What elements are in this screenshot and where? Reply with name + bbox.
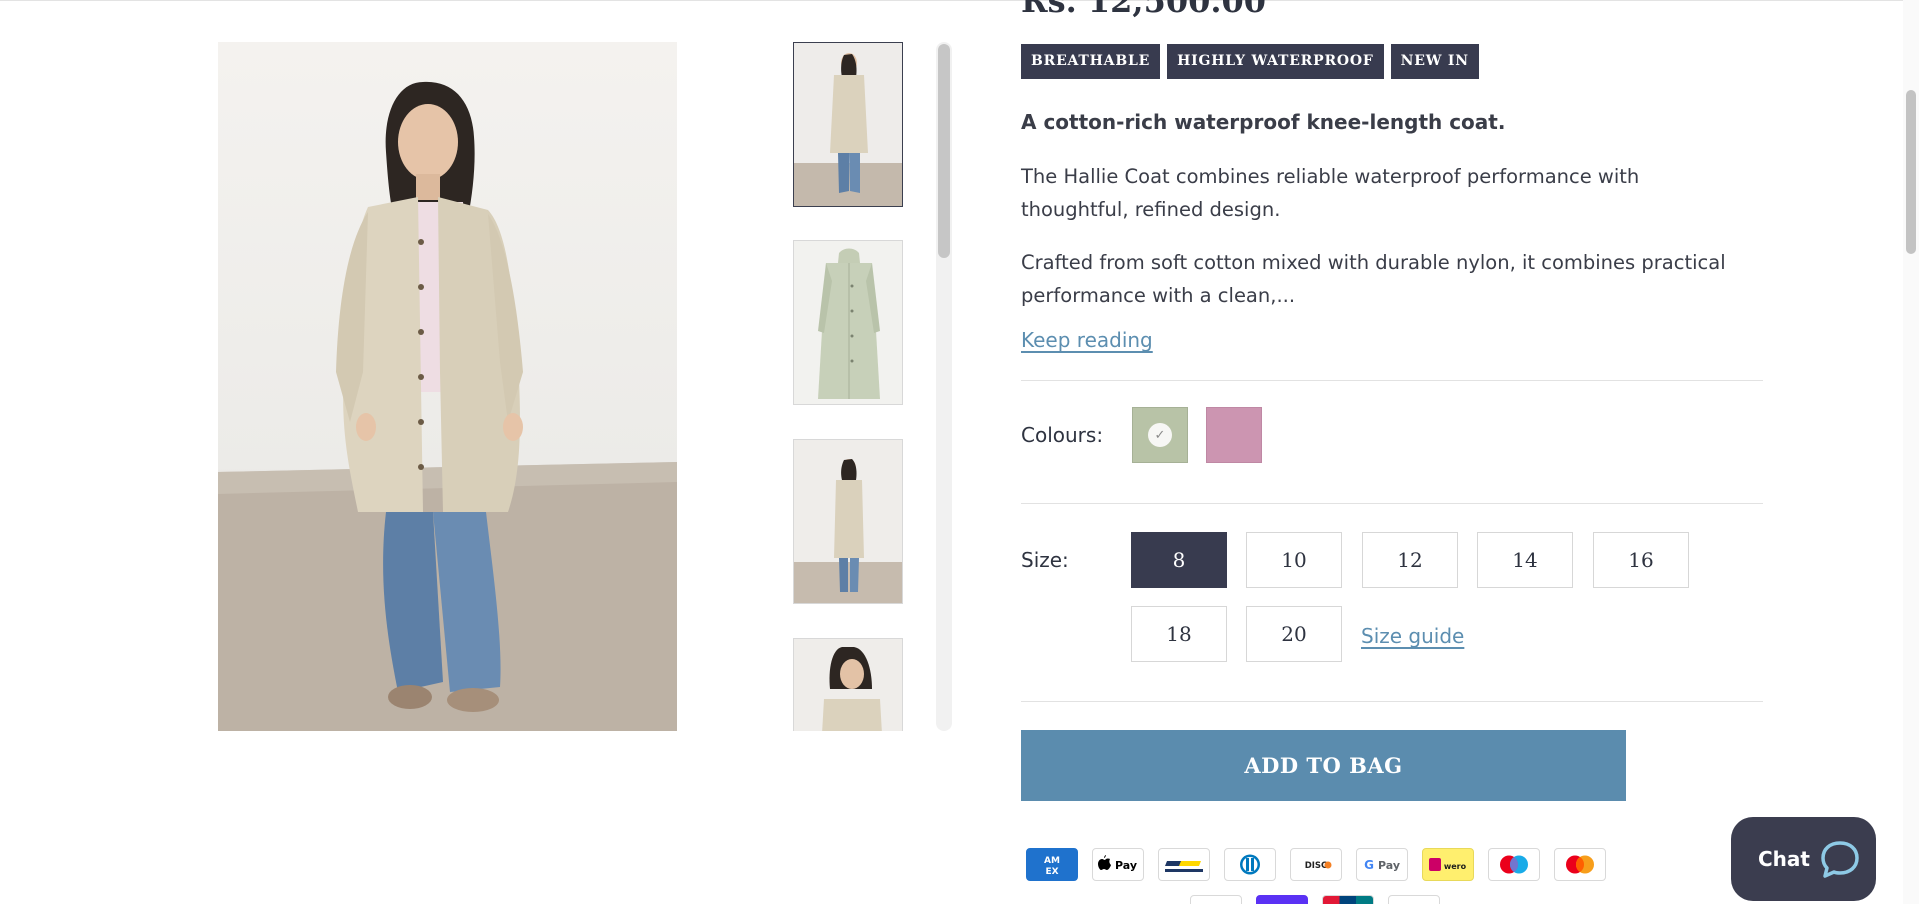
thumbnail-scrollbar-thumb[interactable] bbox=[938, 44, 950, 258]
size-option-18[interactable]: 18 bbox=[1131, 606, 1227, 662]
paypal-icon bbox=[1190, 895, 1242, 904]
size-option-14[interactable]: 14 bbox=[1477, 532, 1573, 588]
divider bbox=[1021, 380, 1763, 381]
divider bbox=[1021, 701, 1763, 702]
diners-club-icon bbox=[1224, 848, 1276, 881]
shop-pay-icon bbox=[1256, 895, 1308, 904]
page-scrollbar-thumb[interactable] bbox=[1906, 90, 1916, 254]
chat-label: Chat bbox=[1758, 847, 1810, 871]
product-badges: BREATHABLE HIGHLY WATERPROOF NEW IN bbox=[1021, 44, 1479, 79]
thumbnail-1[interactable] bbox=[793, 42, 903, 207]
product-price: Rs. 12,500.00 bbox=[1021, 0, 1267, 20]
size-option-8[interactable]: 8 bbox=[1131, 532, 1227, 588]
svg-text:DISC: DISC bbox=[1305, 861, 1328, 871]
svg-text:Pay: Pay bbox=[1378, 859, 1400, 872]
mastercard-icon bbox=[1554, 848, 1606, 881]
check-icon: ✓ bbox=[1148, 423, 1172, 447]
add-to-bag-button[interactable]: ADD TO BAG bbox=[1021, 730, 1626, 801]
size-guide-link[interactable]: Size guide bbox=[1361, 624, 1464, 648]
badge-highly-waterproof: HIGHLY WATERPROOF bbox=[1167, 44, 1384, 79]
amex-icon: AM EX bbox=[1026, 848, 1078, 881]
apple-pay-icon: Pay bbox=[1092, 848, 1144, 881]
bancontact-icon bbox=[1158, 848, 1210, 881]
size-option-16[interactable]: 16 bbox=[1593, 532, 1689, 588]
discover-icon: DISC bbox=[1290, 848, 1342, 881]
top-border bbox=[0, 0, 1919, 1]
chat-button[interactable]: Chat bbox=[1731, 817, 1876, 901]
thumbnail-3[interactable] bbox=[793, 439, 903, 604]
payment-methods: AM EX Pay DISC G Pay wero bbox=[1026, 848, 1606, 881]
svg-text:Pay: Pay bbox=[1115, 859, 1137, 872]
chat-bubble-icon bbox=[1821, 841, 1859, 878]
svg-text:EX: EX bbox=[1045, 867, 1058, 877]
badge-new-in: NEW IN bbox=[1390, 44, 1479, 79]
product-lead: A cotton-rich waterproof knee-length coa… bbox=[1021, 110, 1506, 134]
keep-reading-link[interactable]: Keep reading bbox=[1021, 328, 1153, 352]
colours-label: Colours: bbox=[1021, 423, 1104, 447]
ideal-wero-icon: wero bbox=[1422, 848, 1474, 881]
payment-methods-row-2 bbox=[1190, 895, 1440, 904]
visa-icon bbox=[1388, 895, 1440, 904]
thumbnail-4[interactable] bbox=[793, 638, 903, 731]
thumbnail-scrollbar[interactable] bbox=[936, 42, 952, 731]
maestro-icon bbox=[1488, 848, 1540, 881]
badge-breathable: BREATHABLE bbox=[1021, 44, 1161, 79]
main-product-image[interactable] bbox=[218, 42, 677, 731]
colour-swatch-pink[interactable] bbox=[1206, 407, 1262, 463]
svg-text:wero: wero bbox=[1444, 862, 1467, 871]
svg-text:AM: AM bbox=[1044, 856, 1060, 866]
page-scrollbar[interactable] bbox=[1903, 0, 1919, 904]
thumbnail-2[interactable] bbox=[793, 240, 903, 405]
size-option-12[interactable]: 12 bbox=[1362, 532, 1458, 588]
size-label: Size: bbox=[1021, 548, 1069, 572]
google-pay-icon: G Pay bbox=[1356, 848, 1408, 881]
divider bbox=[1021, 503, 1763, 504]
thumbnail-strip bbox=[793, 42, 903, 731]
size-option-10[interactable]: 10 bbox=[1246, 532, 1342, 588]
svg-text:G: G bbox=[1364, 858, 1374, 872]
size-option-20[interactable]: 20 bbox=[1246, 606, 1342, 662]
colour-swatch-sage[interactable]: ✓ bbox=[1132, 407, 1188, 463]
unionpay-icon bbox=[1322, 895, 1374, 904]
product-description-paragraph-2: Crafted from soft cotton mixed with dura… bbox=[1021, 251, 1726, 307]
product-description-paragraph-1: The Hallie Coat combines reliable waterp… bbox=[1021, 165, 1640, 221]
